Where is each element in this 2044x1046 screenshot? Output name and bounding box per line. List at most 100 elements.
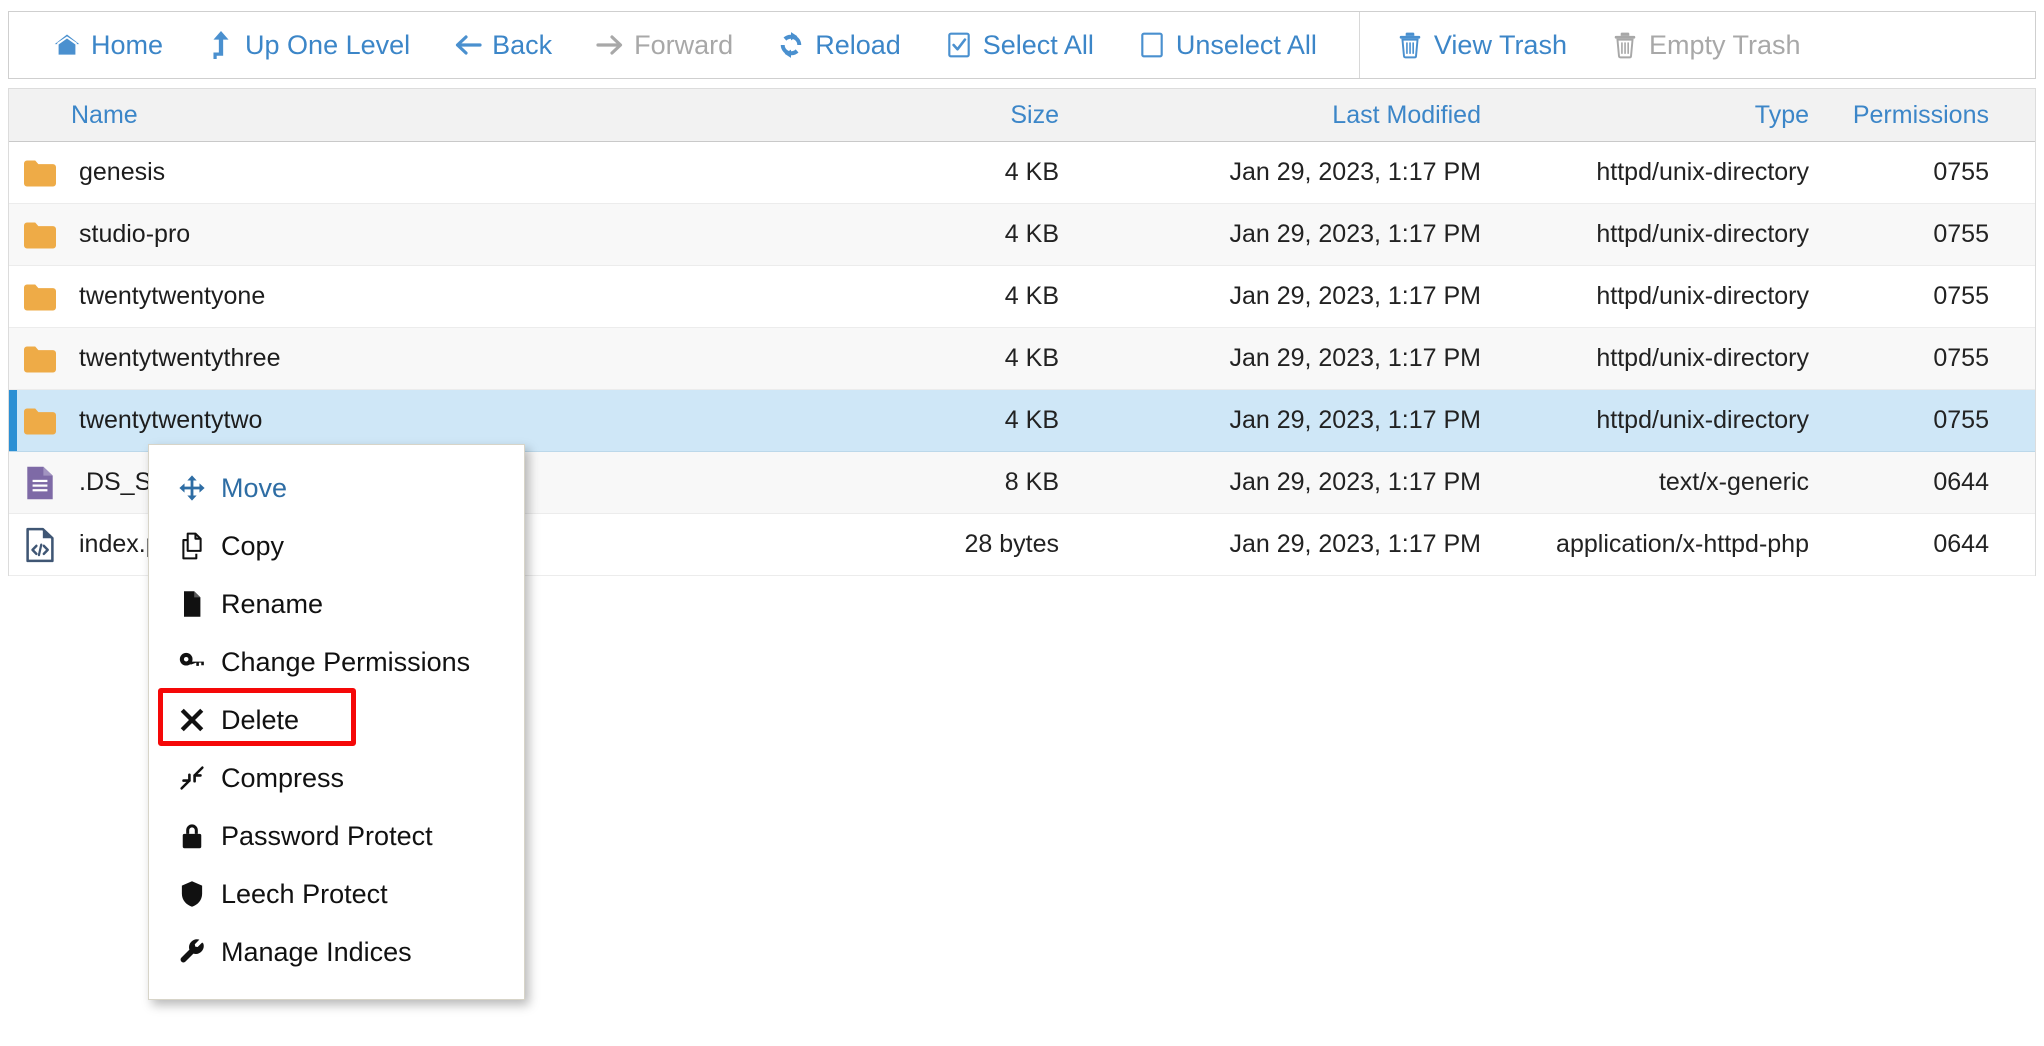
file-manager-page: Home Up One Level Back — [0, 0, 2044, 1046]
file-permissions: 0755 — [1933, 344, 1989, 372]
file-size: 4 KB — [1005, 158, 1059, 186]
toolbar-button-label: Forward — [634, 30, 733, 61]
trash-icon — [1396, 31, 1424, 59]
context-menu-item-label: Leech Protect — [221, 879, 388, 910]
toolbar-button-label: Empty Trash — [1649, 30, 1801, 61]
close-x-icon — [177, 705, 207, 735]
wrench-icon — [177, 937, 207, 967]
context-menu-item-label: Password Protect — [221, 821, 433, 852]
context-menu-item-change-permissions[interactable]: Change Permissions — [149, 633, 524, 691]
lock-icon — [177, 821, 207, 851]
context-menu-item-label: Compress — [221, 763, 344, 794]
context-menu-item-label: Copy — [221, 531, 284, 562]
context-menu-item-label: Rename — [221, 589, 323, 620]
toolbar-button-unselect-all[interactable]: Unselect All — [1116, 22, 1339, 68]
toolbar: Home Up One Level Back — [8, 11, 2036, 79]
context-menu-item-compress[interactable]: Compress — [149, 749, 524, 807]
column-header-last-modified[interactable]: Last Modified — [1332, 101, 1481, 129]
toolbar-button-label: Home — [91, 30, 163, 61]
file-permissions: 0644 — [1933, 468, 1989, 496]
column-header-permissions[interactable]: Permissions — [1853, 101, 1989, 129]
context-menu-item-leech-protect[interactable]: Leech Protect — [149, 865, 524, 923]
folder-icon — [23, 279, 57, 315]
table-row-selected[interactable]: twentytwentytwo 4 KB Jan 29, 2023, 1:17 … — [9, 390, 2035, 452]
file-modified: Jan 29, 2023, 1:17 PM — [1229, 530, 1481, 558]
refresh-icon — [777, 31, 805, 59]
checkbox-empty-icon — [1138, 31, 1166, 59]
folder-icon — [23, 403, 57, 439]
context-menu: Move Copy Rename — [148, 444, 525, 1000]
file-type: httpd/unix-directory — [1596, 344, 1809, 372]
context-menu-item-rename[interactable]: Rename — [149, 575, 524, 633]
toolbar-button-view-trash[interactable]: View Trash — [1374, 22, 1589, 68]
compress-icon — [177, 763, 207, 793]
folder-icon — [23, 341, 57, 377]
file-type: httpd/unix-directory — [1596, 406, 1809, 434]
table-row[interactable]: twentytwentythree 4 KB Jan 29, 2023, 1:1… — [9, 328, 2035, 390]
file-type: text/x-generic — [1659, 468, 1809, 496]
file-type: httpd/unix-directory — [1596, 158, 1809, 186]
context-menu-item-move[interactable]: Move — [149, 459, 524, 517]
toolbar-button-empty-trash: Empty Trash — [1589, 22, 1823, 68]
toolbar-button-up-one-level[interactable]: Up One Level — [185, 22, 432, 68]
code-file-icon — [23, 527, 57, 563]
copy-icon — [177, 531, 207, 561]
table-row[interactable]: genesis 4 KB Jan 29, 2023, 1:17 PM httpd… — [9, 142, 2035, 204]
folder-icon — [23, 155, 57, 191]
file-name: studio-pro — [79, 220, 190, 249]
context-menu-item-copy[interactable]: Copy — [149, 517, 524, 575]
arrow-left-icon — [454, 31, 482, 59]
column-header-size[interactable]: Size — [1010, 101, 1059, 129]
key-icon — [177, 647, 207, 677]
file-modified: Jan 29, 2023, 1:17 PM — [1229, 220, 1481, 248]
file-name: genesis — [79, 158, 165, 187]
context-menu-item-password-protect[interactable]: Password Protect — [149, 807, 524, 865]
file-modified: Jan 29, 2023, 1:17 PM — [1229, 468, 1481, 496]
toolbar-button-label: Back — [492, 30, 552, 61]
file-size: 8 KB — [1005, 468, 1059, 496]
file-permissions: 0755 — [1933, 158, 1989, 186]
file-permissions: 0644 — [1933, 530, 1989, 558]
toolbar-button-label: Select All — [983, 30, 1094, 61]
toolbar-button-back[interactable]: Back — [432, 22, 574, 68]
file-size: 4 KB — [1005, 406, 1059, 434]
toolbar-divider — [1359, 12, 1360, 78]
checkbox-checked-icon — [945, 31, 973, 59]
toolbar-button-home[interactable]: Home — [31, 22, 185, 68]
context-menu-item-label: Move — [221, 473, 287, 504]
file-name: twentytwentythree — [79, 344, 281, 373]
table-row[interactable]: twentytwentyone 4 KB Jan 29, 2023, 1:17 … — [9, 266, 2035, 328]
file-type: httpd/unix-directory — [1596, 220, 1809, 248]
toolbar-button-reload[interactable]: Reload — [755, 22, 923, 68]
file-size: 4 KB — [1005, 220, 1059, 248]
file-size: 28 bytes — [964, 530, 1059, 558]
context-menu-item-label: Change Permissions — [221, 647, 470, 678]
trash-icon — [1611, 31, 1639, 59]
table-row[interactable]: studio-pro 4 KB Jan 29, 2023, 1:17 PM ht… — [9, 204, 2035, 266]
toolbar-button-label: Up One Level — [245, 30, 410, 61]
toolbar-button-select-all[interactable]: Select All — [923, 22, 1116, 68]
file-modified: Jan 29, 2023, 1:17 PM — [1229, 158, 1481, 186]
file-size: 4 KB — [1005, 282, 1059, 310]
file-permissions: 0755 — [1933, 220, 1989, 248]
file-icon — [177, 589, 207, 619]
column-header-type[interactable]: Type — [1755, 101, 1809, 129]
arrow-right-icon — [596, 31, 624, 59]
context-menu-item-delete[interactable]: Delete — [149, 691, 524, 749]
file-name: twentytwentytwo — [79, 406, 262, 435]
column-header-name[interactable]: Name — [71, 101, 138, 130]
toolbar-button-label: Reload — [815, 30, 901, 61]
context-menu-item-manage-indices[interactable]: Manage Indices — [149, 923, 524, 981]
file-modified: Jan 29, 2023, 1:17 PM — [1229, 406, 1481, 434]
text-file-icon — [23, 465, 57, 501]
file-type: httpd/unix-directory — [1596, 282, 1809, 310]
file-modified: Jan 29, 2023, 1:17 PM — [1229, 282, 1481, 310]
file-name: twentytwentyone — [79, 282, 265, 311]
table-header-row: Name Size Last Modified Type Permissions — [9, 88, 2035, 142]
file-type: application/x-httpd-php — [1556, 530, 1809, 558]
folder-icon — [23, 217, 57, 253]
home-icon — [53, 31, 81, 59]
arrow-up-icon — [207, 31, 235, 59]
shield-icon — [177, 879, 207, 909]
toolbar-button-label: Unselect All — [1176, 30, 1317, 61]
